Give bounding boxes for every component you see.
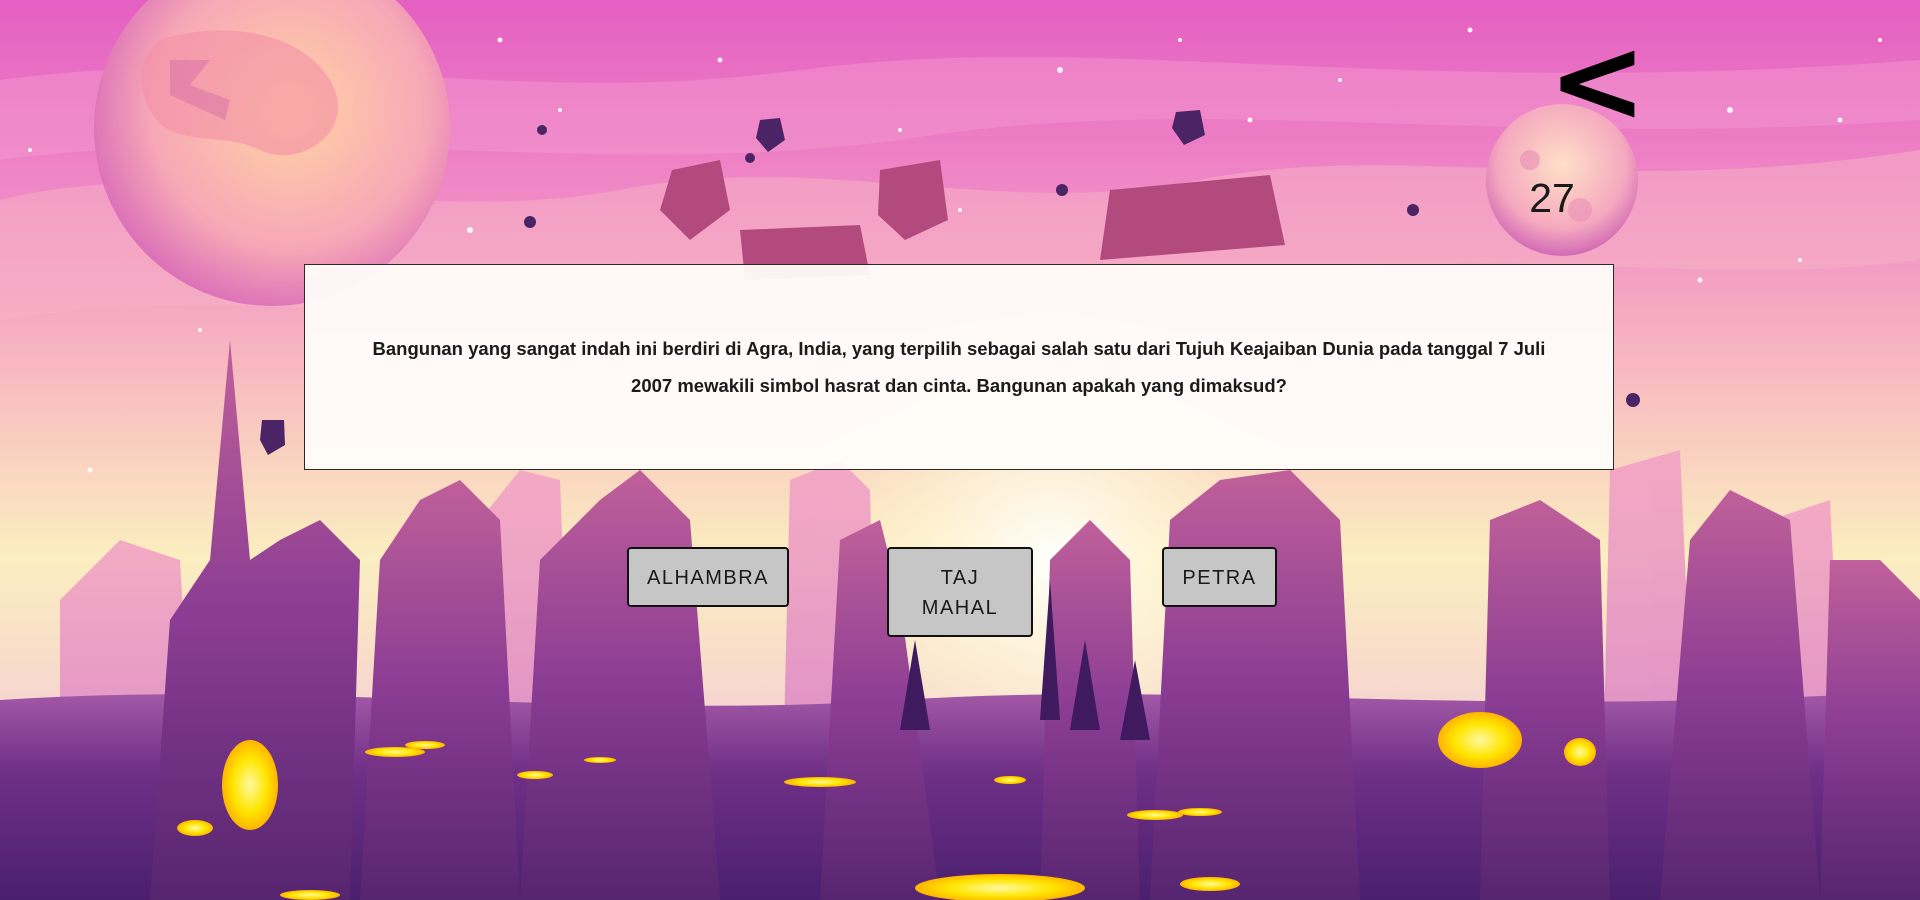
game-screen: < 27 Bangunan yang sangat indah ini berd… <box>0 0 1920 900</box>
answer-label: PETRA <box>1182 567 1257 589</box>
answer-label: ALHAMBRA <box>646 567 770 589</box>
answer-button-taj-mahal[interactable]: TAJ MAHAL <box>887 547 1033 637</box>
back-button[interactable]: < <box>1548 21 1647 139</box>
answer-label: TAJ MAHAL <box>921 567 999 619</box>
question-text: Bangunan yang sangat indah ini berdiri d… <box>372 338 1546 396</box>
answer-button-alhambra[interactable]: ALHAMBRA <box>627 547 789 607</box>
score-counter: 27 <box>1529 175 1575 221</box>
answer-button-petra[interactable]: PETRA <box>1162 547 1277 607</box>
question-panel: Bangunan yang sangat indah ini berdiri d… <box>304 264 1614 470</box>
